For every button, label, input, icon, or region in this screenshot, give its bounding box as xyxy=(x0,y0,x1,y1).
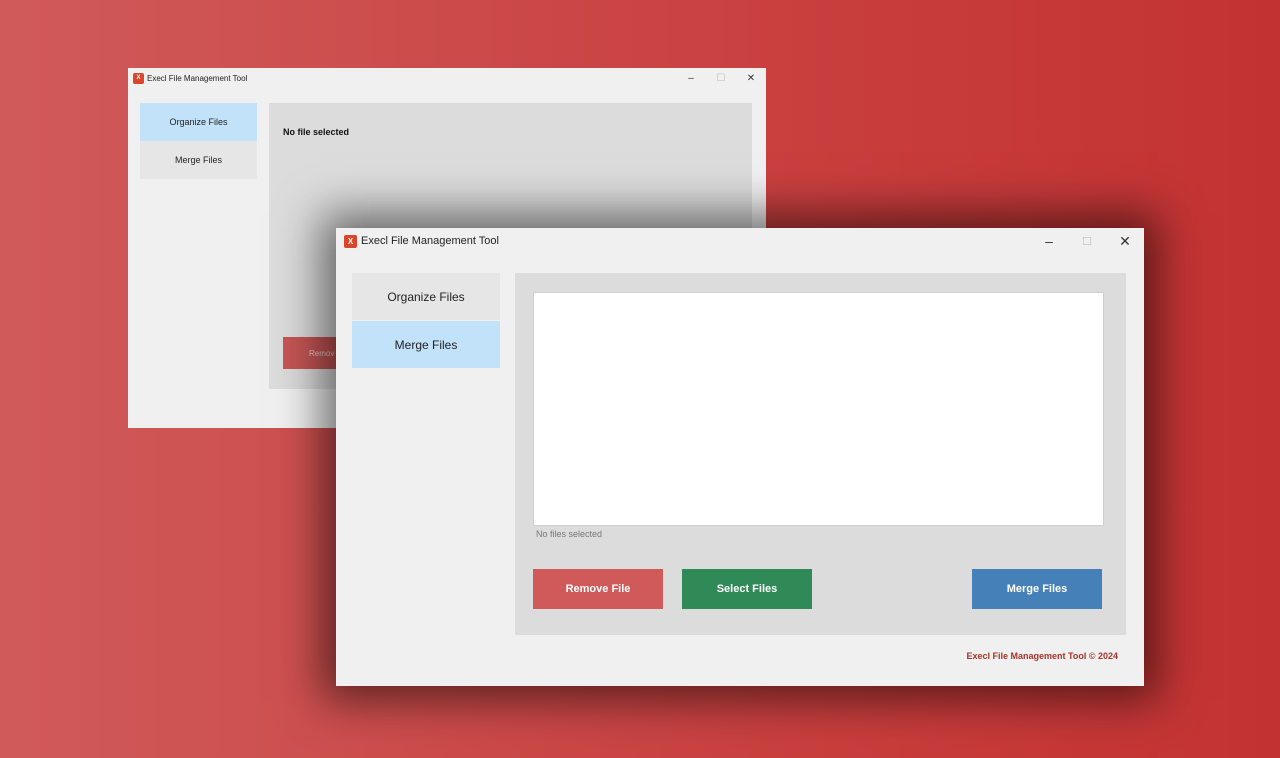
remove-file-button[interactable]: Remove File xyxy=(533,569,663,609)
close-icon[interactable]: ✕ xyxy=(736,68,766,88)
maximize-icon[interactable]: ☐ xyxy=(706,68,736,88)
footer-copyright: Execl File Management Tool © 2024 xyxy=(966,651,1118,661)
title-bar[interactable]: X Execl File Management Tool xyxy=(128,68,766,88)
select-files-button[interactable]: Select Files xyxy=(682,569,812,609)
nav-item-merge-files[interactable]: Merge Files xyxy=(352,321,500,368)
merge-files-button[interactable]: Merge Files xyxy=(972,569,1102,609)
minimize-icon[interactable]: – xyxy=(676,68,706,88)
app-icon: X xyxy=(133,72,144,84)
status-text: No files selected xyxy=(536,529,603,539)
front-window: X Execl File Management Tool – ☐ ✕ Organ… xyxy=(336,228,1144,686)
file-list[interactable] xyxy=(533,292,1104,526)
maximize-icon[interactable]: ☐ xyxy=(1068,228,1106,254)
nav-item-merge-files[interactable]: Merge Files xyxy=(140,141,257,179)
close-icon[interactable]: ✕ xyxy=(1106,228,1144,254)
title-bar[interactable]: X Execl File Management Tool xyxy=(336,228,1144,254)
status-text: No file selected xyxy=(283,127,350,137)
nav-item-organize-files[interactable]: Organize Files xyxy=(140,103,257,141)
merge-panel: No files selected Remove File Select Fil… xyxy=(515,273,1126,635)
window-title: Execl File Management Tool xyxy=(147,73,248,83)
nav-item-organize-files[interactable]: Organize Files xyxy=(352,273,500,320)
window-title: Execl File Management Tool xyxy=(361,235,499,247)
minimize-icon[interactable]: – xyxy=(1030,228,1068,254)
app-icon: X xyxy=(344,234,357,248)
